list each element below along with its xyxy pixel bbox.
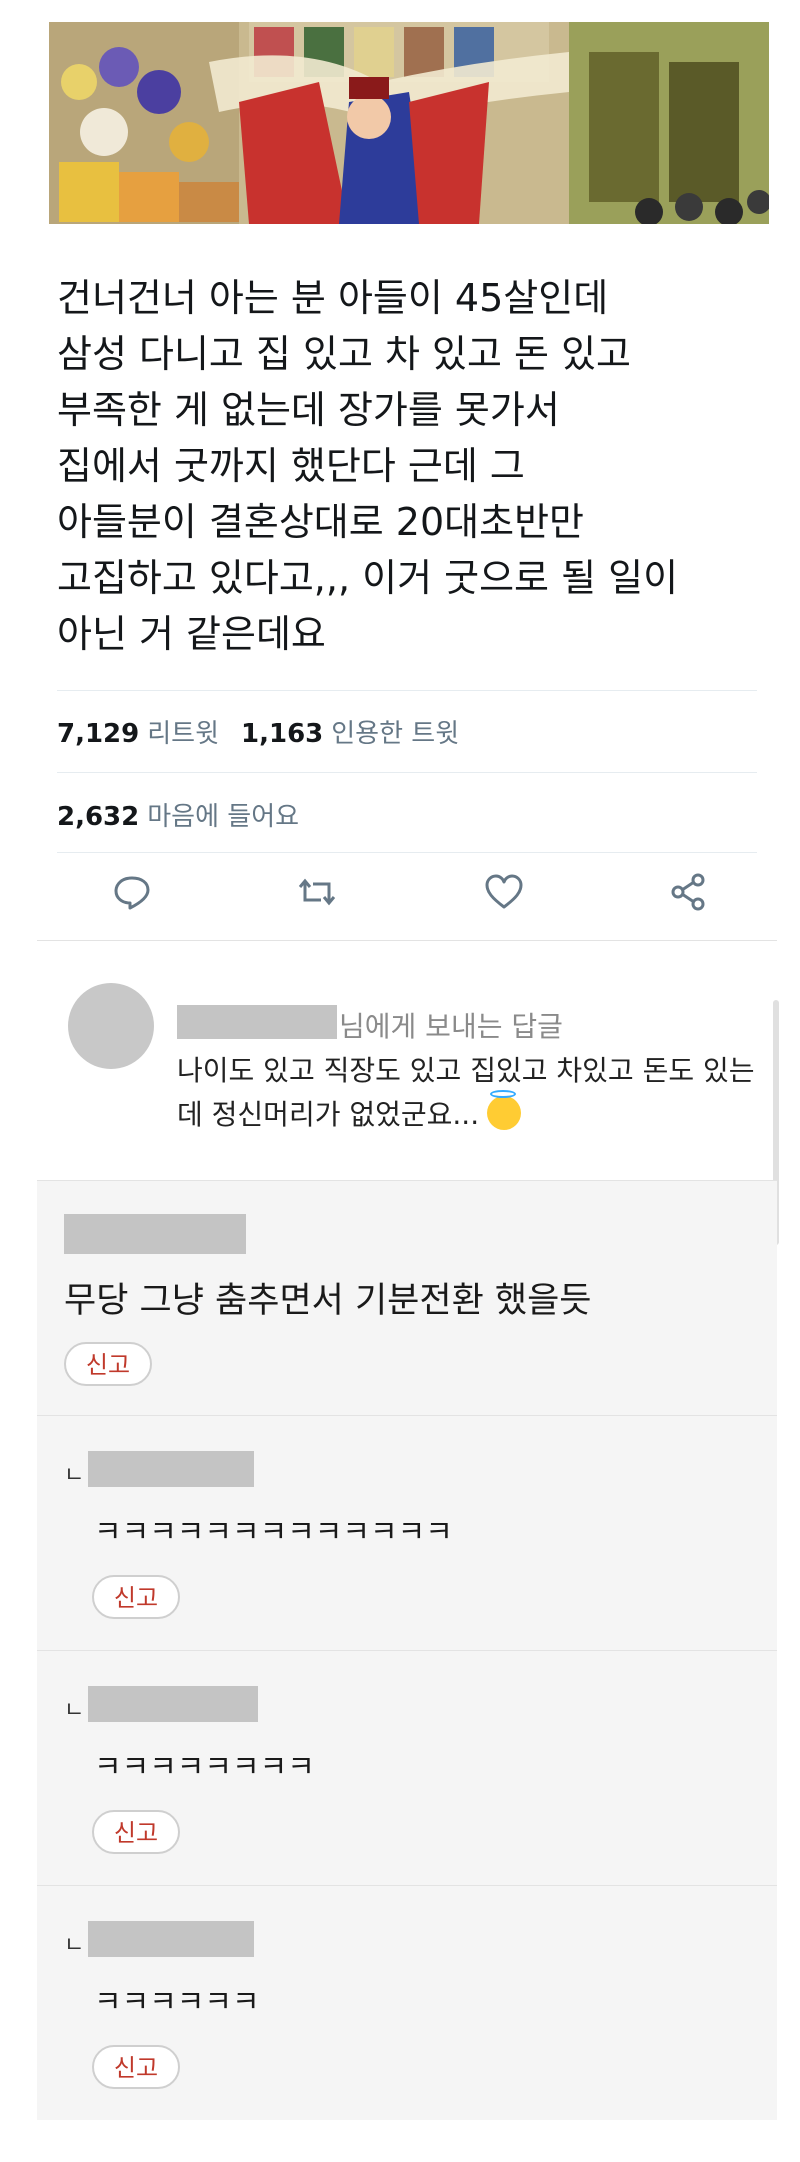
reply-to-label: 님에게 보내는 답글 [339, 1010, 563, 1043]
likes-count: 2,632 [57, 802, 140, 832]
divider [57, 690, 757, 691]
reply-icon [114, 876, 150, 910]
report-button[interactable]: 신고 [92, 1575, 180, 1619]
reply-body-text: 나이도 있고 직장도 있고 집있고 차있고 돈도 있는데 정신머리가 없었군요.… [177, 1054, 755, 1131]
report-button[interactable]: 신고 [64, 1342, 152, 1386]
report-button[interactable]: 신고 [92, 1810, 180, 1854]
avatar[interactable] [68, 983, 154, 1069]
smiling-face-with-halo-icon [487, 1090, 522, 1130]
comment-text: ㅋㅋㅋㅋㅋㅋㅋㅋㅋㅋㅋㅋㅋ [94, 1515, 453, 1550]
sub-comment-marker: ㄴ [64, 1463, 85, 1488]
reply-button[interactable] [110, 870, 154, 914]
share-button[interactable] [666, 870, 710, 914]
retweets-count: 7,129 [57, 719, 140, 749]
divider [57, 772, 757, 773]
divider [37, 940, 777, 941]
comment-text: 무당 그냥 춤추면서 기분전환 했을듯 [64, 1281, 592, 1321]
reply-tweet[interactable]: 님에게 보내는 답글 나이도 있고 직장도 있고 집있고 차있고 돈도 있는데 … [37, 945, 777, 1180]
comment-item: 무당 그냥 춤추면서 기분전환 했을듯 신고 [37, 1180, 777, 1415]
shaman-dance-photo [49, 22, 769, 224]
tweet-stats-retweets: 7,129 리트윗 1,163 인용한 트윗 [57, 713, 459, 750]
comment-item: ㄴ ㅋㅋㅋㅋㅋㅋ 신고 [37, 1885, 777, 2120]
comment-list: 무당 그냥 춤추면서 기분전환 했을듯 신고 ㄴ ㅋㅋㅋㅋㅋㅋㅋㅋㅋㅋㅋㅋㅋ 신… [37, 1180, 777, 2120]
quotes-label[interactable]: 인용한 트윗 [331, 719, 459, 749]
tweet-text: 건너건너 아는 분 아들이 45살인데 삼성 다니고 집 있고 차 있고 돈 있… [57, 276, 679, 656]
share-icon [671, 873, 705, 911]
quotes-count: 1,163 [241, 719, 324, 749]
sub-comment-marker: ㄴ [64, 1933, 85, 1958]
redacted-username [64, 1214, 246, 1254]
reply-text: 나이도 있고 직장도 있고 집있고 차있고 돈도 있는데 정신머리가 없었군요.… [177, 1049, 757, 1137]
likes-label[interactable]: 마음에 들어요 [147, 802, 299, 832]
tweet-stats-likes: 2,632 마음에 들어요 [57, 796, 299, 833]
comment-item: ㄴ ㅋㅋㅋㅋㅋㅋㅋㅋㅋㅋㅋㅋㅋ 신고 [37, 1415, 777, 1650]
comment-item: ㄴ ㅋㅋㅋㅋㅋㅋㅋㅋ 신고 [37, 1650, 777, 1885]
report-button[interactable]: 신고 [92, 2045, 180, 2089]
comment-text: ㅋㅋㅋㅋㅋㅋㅋㅋ [94, 1750, 315, 1785]
redacted-username [177, 1005, 337, 1039]
redacted-username [88, 1686, 258, 1722]
sub-comment-marker: ㄴ [64, 1698, 85, 1723]
tweet-photo[interactable] [49, 22, 769, 224]
retweet-icon [298, 878, 336, 906]
divider [57, 852, 757, 853]
like-button[interactable] [482, 870, 526, 914]
redacted-username [88, 1921, 254, 1957]
retweets-label[interactable]: 리트윗 [147, 719, 219, 749]
retweet-button[interactable] [295, 870, 339, 914]
redacted-username [88, 1451, 254, 1487]
heart-icon [485, 874, 523, 909]
comment-text: ㅋㅋㅋㅋㅋㅋ [94, 1985, 260, 2020]
